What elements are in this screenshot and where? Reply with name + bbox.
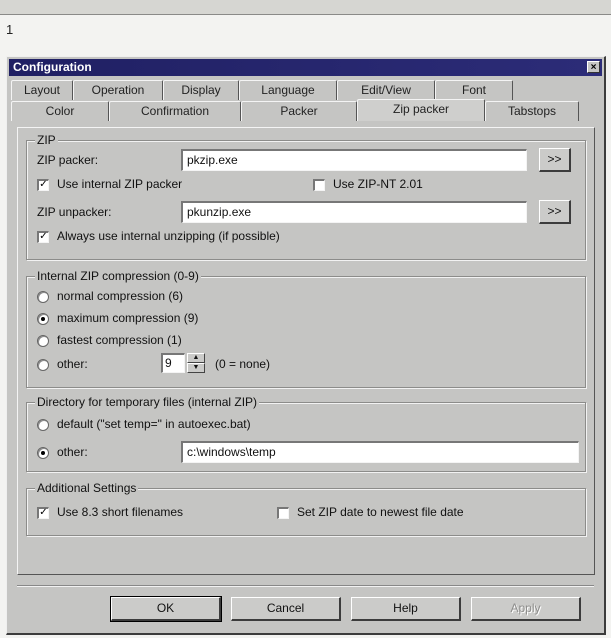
zip-packer-label: ZIP packer: [37,153,99,167]
zip-packer-field[interactable]: pkzip.exe [181,149,527,171]
use-internal-zip-checkbox[interactable]: ✓ [37,179,49,191]
top-edge-strip [0,0,611,15]
always-internal-unzip-label: Always use internal unzipping (if possib… [57,229,280,243]
zip-group-title: ZIP [35,133,58,147]
window-title: Configuration [13,60,92,74]
compression-group: Internal ZIP compression (0-9) normal co… [26,269,586,388]
tempdir-other-label: other: [57,445,88,459]
ok-button[interactable]: OK [110,596,222,622]
tempdir-default-radio[interactable] [37,419,49,431]
button-separator [17,585,594,587]
help-button[interactable]: Help [351,597,461,621]
short-filenames-label: Use 8.3 short filenames [57,505,184,519]
tempdir-path-field[interactable]: c:\windows\temp [181,441,579,463]
tab-language[interactable]: Language [239,80,337,100]
configuration-dialog: Configuration × Layout Operation Display… [6,56,606,635]
fastest-compression-label: fastest compression (1) [57,333,182,347]
tab-edit-view[interactable]: Edit/View [337,80,435,100]
apply-button[interactable]: Apply [471,597,581,621]
other-compression-label: other: [57,357,88,371]
additional-group-title: Additional Settings [35,481,139,495]
close-button[interactable]: × [587,61,600,73]
spin-up-button[interactable]: ▲ [187,353,205,363]
tempdir-group-title: Directory for temporary files (internal … [35,395,260,409]
cancel-button[interactable]: Cancel [231,597,341,621]
tab-layout[interactable]: Layout [11,80,73,100]
tab-font[interactable]: Font [435,80,513,100]
zip-unpacker-browse-button[interactable]: >> [539,200,571,224]
normal-compression-label: normal compression (6) [57,289,184,303]
tab-packer[interactable]: Packer [241,101,357,121]
zip-date-checkbox[interactable] [277,507,289,519]
title-bar[interactable]: Configuration × [9,59,602,76]
zip-unpacker-label: ZIP unpacker: [37,205,112,219]
zip-unpacker-field[interactable]: pkunzip.exe [181,201,527,223]
short-filenames-checkbox[interactable]: ✓ [37,507,49,519]
figure-number: 1 [6,22,14,37]
maximum-compression-radio[interactable] [37,313,49,325]
other-compression-radio[interactable] [37,359,49,371]
always-internal-unzip-checkbox[interactable]: ✓ [37,231,49,243]
compression-level-field[interactable]: 9 [161,353,185,373]
zip-group: ZIP ZIP packer: pkzip.exe >> ✓ Use inter… [26,133,586,260]
use-internal-zip-label: Use internal ZIP packer [57,177,183,191]
tab-panel: ZIP ZIP packer: pkzip.exe >> ✓ Use inter… [17,127,595,575]
tempdir-group: Directory for temporary files (internal … [26,395,586,472]
tab-operation[interactable]: Operation [73,80,163,100]
compression-hint: (0 = none) [215,357,271,371]
zip-date-label: Set ZIP date to newest file date [297,505,464,519]
compression-group-title: Internal ZIP compression (0-9) [35,269,201,283]
maximum-compression-label: maximum compression (9) [57,311,199,325]
fastest-compression-radio[interactable] [37,335,49,347]
tab-confirmation[interactable]: Confirmation [109,101,241,121]
additional-group: Additional Settings ✓ Use 8.3 short file… [26,481,586,536]
tab-display[interactable]: Display [163,80,239,100]
tempdir-other-radio[interactable] [37,447,49,459]
tab-zip-packer[interactable]: Zip packer [357,99,485,121]
tab-tabstops[interactable]: Tabstops [485,101,579,121]
tab-color[interactable]: Color [11,101,109,121]
zip-packer-browse-button[interactable]: >> [539,148,571,172]
tempdir-default-label: default ("set temp=" in autoexec.bat) [57,417,251,431]
spin-down-button[interactable]: ▼ [187,363,205,373]
use-zipnt-checkbox[interactable] [313,179,325,191]
use-zipnt-label: Use ZIP-NT 2.01 [333,177,423,191]
normal-compression-radio[interactable] [37,291,49,303]
